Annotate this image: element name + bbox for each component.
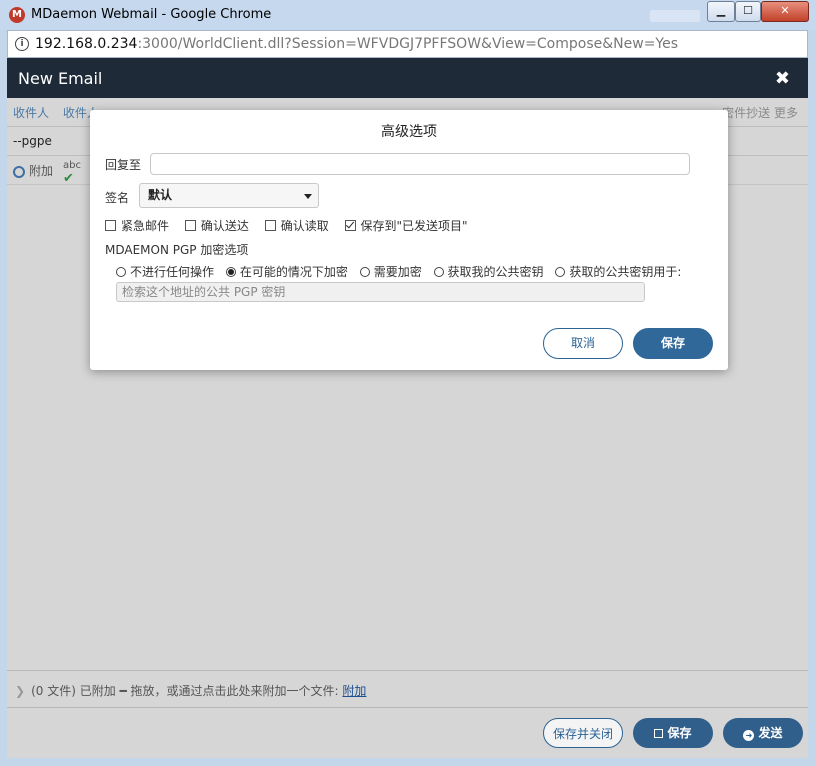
minimize-button[interactable]: ▁ bbox=[707, 1, 735, 22]
confirm-read-checkbox[interactable]: 确认读取 bbox=[264, 219, 329, 233]
radio-circle bbox=[555, 267, 566, 277]
pgp-encrypt-if-possible-radio[interactable]: 在可能的情况下加密 bbox=[225, 265, 348, 279]
attach-button[interactable]: 附加 bbox=[10, 162, 54, 181]
subject-field[interactable]: --pgpe bbox=[13, 134, 52, 148]
info-icon[interactable]: i bbox=[15, 37, 29, 51]
radio-label: 需要加密 bbox=[373, 265, 422, 279]
app-header: New Email ✖ bbox=[7, 58, 808, 98]
signature-label: 签名 bbox=[105, 191, 130, 205]
checkbox-box bbox=[264, 220, 276, 231]
floppy-icon bbox=[654, 729, 664, 738]
radio-label: 获取的公共密钥用于: bbox=[569, 265, 682, 279]
window-titlebar: M MDaemon Webmail - Google Chrome ▁ ☐ ✕ bbox=[0, 0, 816, 30]
maximize-button[interactable]: ☐ bbox=[735, 1, 761, 22]
url-text[interactable]: 192.168.0.234:3000/WorldClient.dll?Sessi… bbox=[35, 36, 678, 52]
option-checkboxes: 紧急邮件 确认送达 确认读取 保存到"已发送项目" bbox=[105, 217, 480, 234]
pgp-lookup-input[interactable]: 检索这个地址的公共 PGP 密钥 bbox=[116, 282, 645, 302]
save-close-button[interactable]: 保存并关闭 bbox=[543, 718, 623, 748]
address-bar[interactable]: i 192.168.0.234:3000/WorldClient.dll?Ses… bbox=[7, 30, 808, 58]
dialog-title: 高级选项 bbox=[381, 124, 437, 140]
pgp-radio-group: 不进行任何操作 在可能的情况下加密 需要加密 获取我的公共密钥 获取的公共密钥用… bbox=[116, 263, 689, 280]
cancel-button[interactable]: 取消 bbox=[543, 328, 623, 359]
advanced-options-dialog: 高级选项 回复至 签名 默认 紧急邮件 确认送达 确认读取 保存到"已发送项目"… bbox=[90, 110, 728, 370]
signature-select[interactable]: 默认 bbox=[139, 183, 319, 208]
titlebar-ghost-button bbox=[650, 10, 700, 22]
reply-to-label: 回复至 bbox=[105, 158, 142, 172]
radio-circle bbox=[116, 267, 126, 277]
radio-label: 不进行任何操作 bbox=[130, 265, 215, 279]
attachment-text: ❯ (0 文件) 已附加 ━ 拖放，或通过点击此处来附加一个文件: 附加 bbox=[15, 682, 366, 699]
radio-label: 在可能的情况下加密 bbox=[239, 265, 348, 279]
check-mark-icon: ✔ bbox=[63, 171, 74, 186]
pgp-section-title: MDAEMON PGP 加密选项 bbox=[105, 243, 249, 257]
checkbox-label: 确认送达 bbox=[200, 219, 249, 233]
pgp-do-nothing-radio[interactable]: 不进行任何操作 bbox=[116, 265, 214, 279]
url-host: 192.168.0.234 bbox=[35, 36, 138, 52]
checkbox-box bbox=[105, 220, 116, 231]
save-button[interactable]: 保存 bbox=[633, 718, 713, 748]
radio-label: 获取我的公共密钥 bbox=[447, 265, 544, 279]
window-close-button[interactable]: ✕ bbox=[761, 1, 809, 22]
pgp-require-encryption-radio[interactable]: 需要加密 bbox=[359, 265, 422, 279]
reply-to-input[interactable] bbox=[150, 153, 690, 175]
checkbox-box-checked bbox=[344, 220, 356, 231]
radio-circle bbox=[433, 267, 444, 277]
attach-link[interactable]: 附加 bbox=[342, 684, 366, 698]
paperclip-icon bbox=[10, 163, 28, 181]
pgp-get-key-for-radio[interactable]: 获取的公共密钥用于: bbox=[555, 265, 681, 279]
mdaemon-app-icon: M bbox=[9, 7, 25, 23]
send-button-label: 发送 bbox=[758, 726, 783, 740]
checkbox-box bbox=[184, 220, 196, 231]
close-icon[interactable]: ✖ bbox=[775, 68, 790, 89]
attachment-bar: ❯ (0 文件) 已附加 ━ 拖放，或通过点击此处来附加一个文件: 附加 bbox=[7, 670, 808, 708]
send-arrow-icon: ➜ bbox=[743, 730, 755, 741]
send-button[interactable]: ➜ 发送 bbox=[723, 718, 803, 748]
save-button-label: 保存 bbox=[667, 726, 692, 740]
radio-circle-checked bbox=[225, 267, 236, 277]
urgent-checkbox[interactable]: 紧急邮件 bbox=[105, 219, 169, 233]
attach-label: 附加 bbox=[29, 164, 54, 178]
signature-value: 默认 bbox=[148, 188, 173, 202]
radio-circle bbox=[359, 267, 370, 277]
checkbox-label: 紧急邮件 bbox=[121, 219, 170, 233]
confirm-delivery-checkbox[interactable]: 确认送达 bbox=[184, 219, 249, 233]
pgp-get-my-key-radio[interactable]: 获取我的公共密钥 bbox=[433, 265, 544, 279]
chevron-down-icon bbox=[304, 194, 312, 199]
save-to-sent-checkbox[interactable]: 保存到"已发送项目" bbox=[344, 219, 468, 233]
bcc-more-links[interactable]: 密件抄送 更多 bbox=[722, 104, 798, 121]
checkbox-label: 确认读取 bbox=[280, 219, 329, 233]
window-title: MDaemon Webmail - Google Chrome bbox=[31, 7, 272, 22]
url-path: :3000/WorldClient.dll?Session=WFVDGJ7PFF… bbox=[137, 36, 679, 52]
page-title: New Email bbox=[18, 69, 103, 88]
checkbox-label: 保存到"已发送项目" bbox=[360, 219, 468, 233]
spellcheck-label: abc bbox=[63, 160, 81, 171]
chevron-right-icon[interactable]: ❯ bbox=[15, 684, 25, 698]
dialog-save-button[interactable]: 保存 bbox=[633, 328, 713, 359]
to-link[interactable]: 收件人 bbox=[13, 106, 49, 120]
attachment-status: (0 文件) 已附加 ━ 拖放，或通过点击此处来附加一个文件: bbox=[31, 684, 343, 698]
spellcheck-icon[interactable]: abc ✔ bbox=[63, 160, 81, 186]
